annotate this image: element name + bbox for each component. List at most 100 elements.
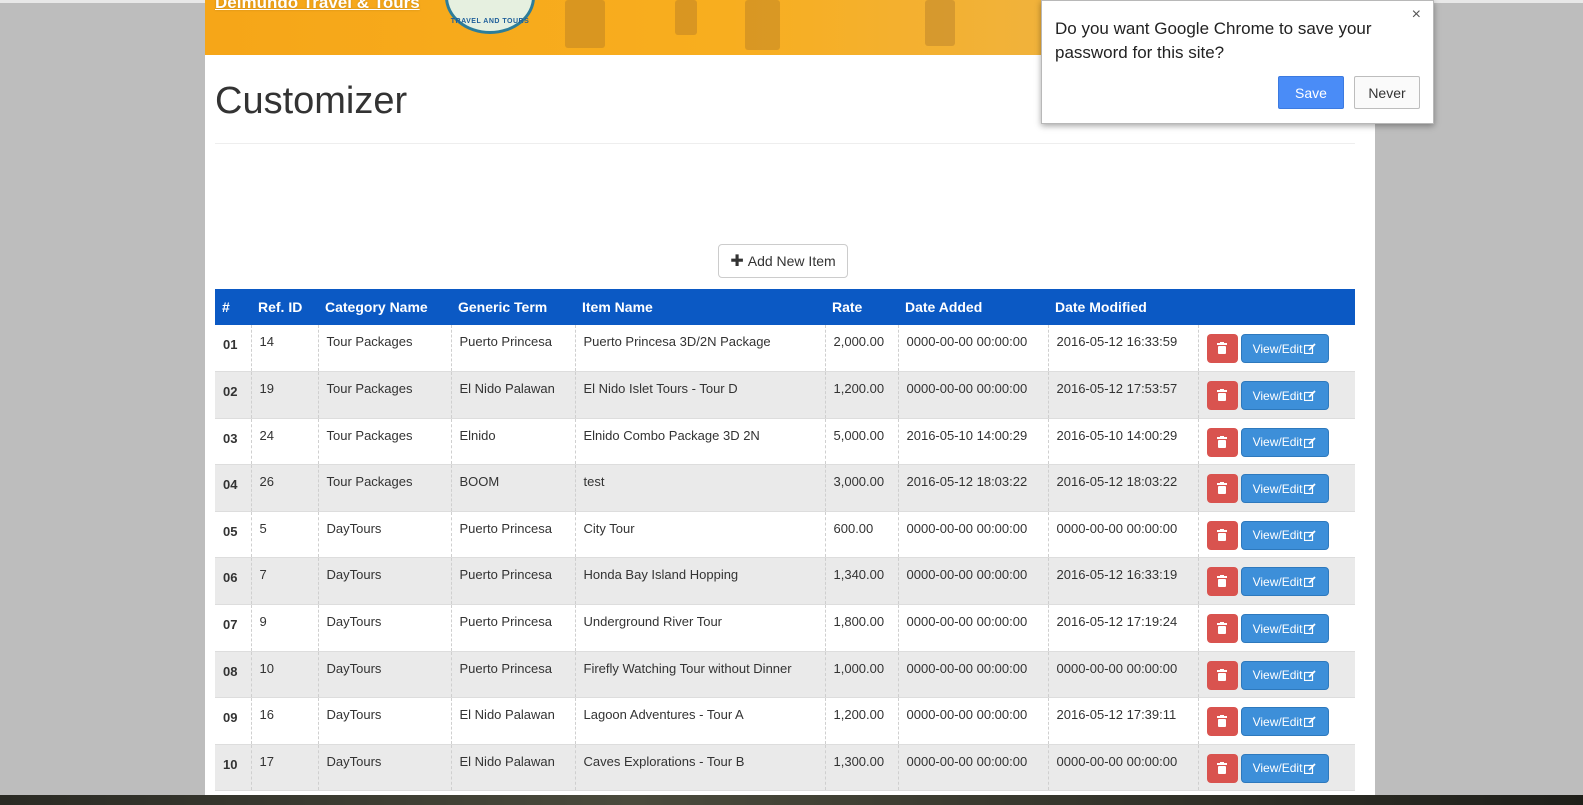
generic-term-cell: El Nido Palawan [450, 371, 575, 419]
view-edit-button[interactable]: View/Edit [1240, 381, 1329, 411]
row-number: 04 [215, 464, 251, 512]
table-row: 07 9 DayTours Puerto Princesa Underground Ri… [215, 604, 1355, 652]
os-taskbar [0, 795, 1583, 805]
category-cell: DayTours [317, 651, 451, 699]
delete-button[interactable] [1206, 567, 1238, 597]
ref-id-cell: 5 [250, 511, 318, 559]
date-modified-cell: 2016-05-12 16:33:59 [1047, 325, 1198, 373]
column-header: Category Name [318, 289, 451, 325]
view-edit-button[interactable]: View/Edit [1240, 520, 1329, 550]
view-edit-button[interactable]: View/Edit [1240, 334, 1329, 363]
table-row: 03 24 Tour Packages Elnido Elnido Combo Pack… [215, 418, 1355, 466]
rate-cell: 1,000.00 [824, 651, 898, 699]
ref-id-cell: 14 [250, 325, 318, 373]
date-added-cell: 0000-00-00 00:00:00 [897, 371, 1048, 419]
delete-button[interactable] [1206, 614, 1238, 644]
category-cell: DayTours [317, 697, 451, 745]
title-divider [215, 143, 1355, 144]
delete-button[interactable] [1206, 520, 1238, 550]
item-name-cell: Honda Bay Island Hopping [574, 557, 825, 606]
row-number: 09 [215, 697, 251, 745]
category-cell: Tour Packages [317, 464, 451, 512]
row-actions: View/Edit [1197, 464, 1355, 512]
generic-term-cell: Puerto Princesa [450, 604, 575, 652]
date-added-cell: 0000-00-00 00:00:00 [897, 651, 1048, 699]
column-header: Generic Term [451, 289, 575, 325]
view-edit-button[interactable]: View/Edit [1240, 614, 1329, 644]
view-edit-label: View/Edit [1252, 341, 1303, 356]
table-row: 02 19 Tour Packages El Nido Palawan El Nido … [215, 371, 1355, 419]
delete-button[interactable] [1206, 427, 1238, 457]
view-edit-button[interactable]: View/Edit [1240, 474, 1329, 504]
date-modified-cell: 2016-05-12 16:33:19 [1047, 557, 1198, 606]
category-cell: DayTours [317, 557, 451, 606]
trash-icon [1216, 435, 1227, 448]
view-edit-button[interactable]: View/Edit [1240, 427, 1329, 457]
date-modified-cell: 0000-00-00 00:00:00 [1047, 651, 1198, 699]
category-cell: DayTours [317, 511, 451, 559]
banner-photo-shape [745, 0, 780, 50]
edit-icon [1304, 670, 1317, 681]
view-edit-label: View/Edit [1252, 528, 1303, 543]
add-new-item-button[interactable]: ✚ Add New Item [718, 244, 848, 278]
ref-id-cell: 19 [250, 371, 318, 419]
save-password-button[interactable]: Save [1278, 76, 1344, 109]
row-actions: View/Edit [1197, 418, 1355, 466]
rate-cell: 1,300.00 [824, 744, 898, 792]
row-actions: View/Edit [1197, 325, 1355, 373]
view-edit-label: View/Edit [1252, 481, 1303, 496]
delete-button[interactable] [1206, 474, 1238, 504]
date-modified-cell: 2016-05-12 18:03:22 [1047, 464, 1198, 512]
ref-id-cell: 16 [250, 697, 318, 745]
date-modified-cell: 2016-05-12 17:39:11 [1047, 697, 1198, 745]
category-cell: DayTours [317, 604, 451, 652]
trash-icon [1216, 761, 1227, 774]
rate-cell: 1,340.00 [824, 557, 898, 606]
ref-id-cell: 10 [250, 651, 318, 699]
table-header-row: # Ref. ID Category Name Generic Term Item Na… [215, 289, 1355, 325]
view-edit-button[interactable]: View/Edit [1240, 567, 1329, 597]
view-edit-button[interactable]: View/Edit [1240, 753, 1329, 783]
rate-cell: 2,000.00 [824, 325, 898, 373]
row-number: 02 [215, 371, 251, 419]
item-name-cell: Lagoon Adventures - Tour A [574, 697, 825, 745]
item-name-cell: Firefly Watching Tour without Dinner [574, 651, 825, 699]
delete-button[interactable] [1206, 334, 1238, 363]
never-save-button[interactable]: Never [1354, 76, 1420, 109]
view-edit-label: View/Edit [1252, 621, 1303, 636]
column-header: # [215, 289, 251, 325]
ref-id-cell: 24 [250, 418, 318, 466]
delete-button[interactable] [1206, 660, 1238, 690]
column-header [1198, 289, 1355, 325]
date-added-cell: 0000-00-00 00:00:00 [897, 325, 1048, 373]
view-edit-label: View/Edit [1252, 574, 1303, 589]
generic-term-cell: BOOM [450, 464, 575, 512]
row-number: 08 [215, 651, 251, 699]
company-logo: TRAVEL AND TOURS [445, 0, 535, 34]
delete-button[interactable] [1206, 381, 1238, 411]
page-title: Customizer [215, 80, 408, 122]
date-added-cell: 2016-05-12 18:03:22 [897, 464, 1048, 512]
category-cell: Tour Packages [317, 371, 451, 419]
category-cell: DayTours [317, 744, 451, 792]
ref-id-cell: 26 [250, 464, 318, 512]
view-edit-label: View/Edit [1252, 388, 1303, 403]
delete-button[interactable] [1206, 707, 1238, 737]
trash-icon [1216, 389, 1227, 402]
logo-text: TRAVEL AND TOURS [450, 18, 530, 25]
delete-button[interactable] [1206, 753, 1238, 783]
banner-photo-shape [565, 0, 605, 48]
plus-icon: ✚ [730, 253, 744, 270]
close-icon[interactable]: × [1412, 6, 1421, 24]
view-edit-button[interactable]: View/Edit [1240, 707, 1329, 737]
brand-link[interactable]: Delmundo Travel & Tours [215, 0, 420, 13]
edit-icon [1304, 623, 1317, 635]
view-edit-button[interactable]: View/Edit [1240, 660, 1329, 690]
column-header: Date Modified [1048, 289, 1198, 325]
table-row: 08 10 DayTours Puerto Princesa Firefly Watch… [215, 651, 1355, 699]
ref-id-cell: 17 [250, 744, 318, 792]
ref-id-cell: 9 [250, 604, 318, 652]
view-edit-label: View/Edit [1252, 761, 1303, 776]
category-cell: Tour Packages [317, 418, 451, 466]
generic-term-cell: El Nido Palawan [450, 697, 575, 745]
